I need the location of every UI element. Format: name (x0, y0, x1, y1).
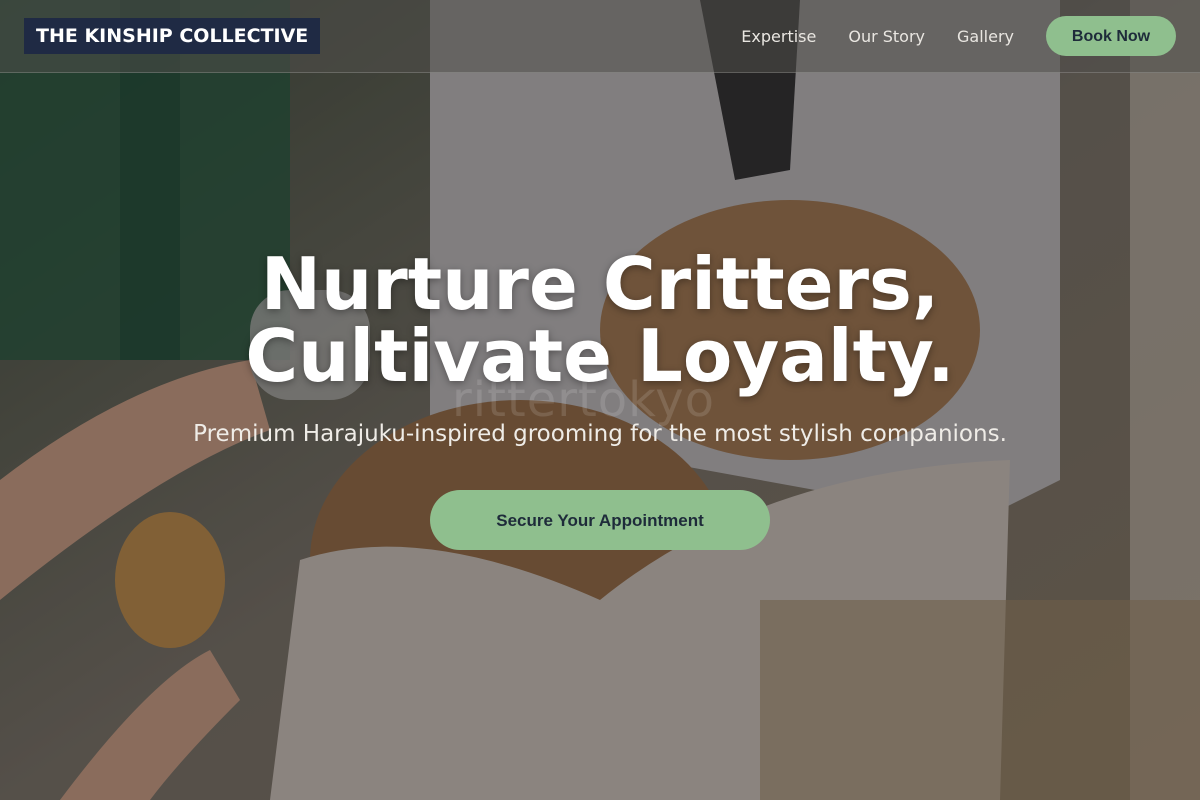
nav-link-our-story[interactable]: Our Story (848, 27, 925, 46)
nav-links: Expertise Our Story Gallery (741, 0, 1014, 72)
hero-headline-line-2: Cultivate Loyalty. (245, 314, 955, 398)
hero-subheadline: Premium Harajuku-inspired grooming for t… (193, 421, 1007, 447)
nav-link-gallery[interactable]: Gallery (957, 27, 1014, 46)
hero-headline-line-1: Nurture Critters, (260, 242, 940, 326)
secure-appointment-button[interactable]: Secure Your Appointment (430, 490, 770, 550)
brand-logo[interactable]: THE KINSHIP COLLECTIVE (24, 18, 321, 54)
book-now-button[interactable]: Book Now (1046, 16, 1176, 56)
nav-link-expertise[interactable]: Expertise (741, 27, 816, 46)
hero-headline: Nurture Critters, Cultivate Loyalty. (0, 248, 1200, 392)
top-navigation-bar: THE KINSHIP COLLECTIVE Expertise Our Sto… (0, 0, 1200, 73)
hero-section: rittertokyo THE KINSHIP COLLECTIVE Exper… (0, 0, 1200, 800)
